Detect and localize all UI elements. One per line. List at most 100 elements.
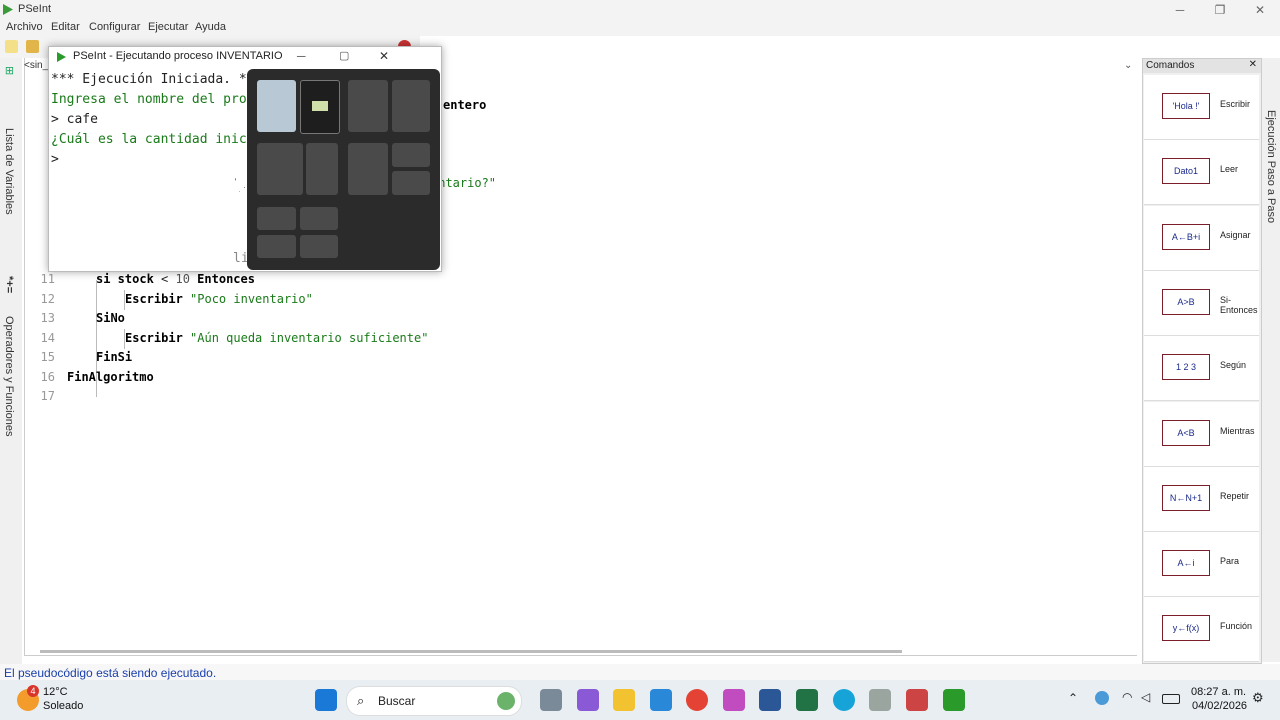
snap-cell[interactable] — [392, 171, 430, 195]
command-seg-n[interactable]: 1 2 3 Según — [1144, 336, 1259, 402]
code-text: FinAlgoritmo — [67, 370, 154, 384]
snap-cell[interactable] — [257, 235, 296, 258]
code-token: FinSi — [96, 350, 133, 364]
command-si-entonces[interactable]: A>B Si-Entonces — [1144, 270, 1259, 336]
snap-cell[interactable] — [257, 207, 296, 230]
notifications-icon[interactable]: ⚙ — [1252, 690, 1264, 706]
line-number: 12 — [40, 291, 55, 306]
code-token: si stock — [96, 272, 162, 286]
commands-header: Comandos ✕ — [1143, 59, 1261, 73]
open-folder-icon[interactable] — [26, 40, 39, 53]
snap-cell[interactable] — [300, 207, 338, 230]
chevron-up-icon[interactable]: ⌃ — [1068, 691, 1078, 705]
code-token: < — [161, 272, 176, 286]
command-escribir[interactable]: 'Hola !' Escribir — [1144, 75, 1259, 140]
snap-cell-highlighted[interactable] — [257, 80, 296, 132]
menu-ayuda[interactable]: Ayuda — [195, 21, 226, 33]
volume-icon[interactable]: ◁ — [1141, 690, 1150, 704]
partial-code-entero: entero — [443, 98, 487, 112]
snap-cell-app-preview[interactable] — [300, 80, 340, 134]
close-panel-icon[interactable]: ✕ — [1249, 59, 1257, 70]
console-output-line: Ingresa el nombre del produ — [51, 92, 263, 107]
command-mientras[interactable]: A<B Mientras — [1144, 401, 1259, 467]
menu-archivo[interactable]: Archivo — [6, 21, 43, 33]
tab-ejecucion-paso-a-paso[interactable]: Ejecución Paso a Paso — [1265, 110, 1277, 223]
copilot-app-icon[interactable] — [723, 689, 745, 711]
code-text: Escribir "Aún queda inventario suficient… — [125, 331, 428, 345]
command-repetir[interactable]: N←N+1 Repetir — [1144, 466, 1259, 532]
word-icon[interactable] — [759, 689, 781, 711]
snap-cell[interactable] — [300, 235, 338, 258]
code-text: Escribir "Poco inventario" — [125, 292, 313, 306]
onedrive-icon[interactable] — [1095, 691, 1109, 705]
command-diagram-icon: 'Hola !' — [1162, 93, 1210, 119]
snap-cell[interactable] — [306, 143, 338, 195]
command-diagram-icon: Dato1 — [1162, 158, 1210, 185]
snap-cell[interactable] — [392, 80, 430, 132]
snap-layouts-popup — [247, 69, 440, 270]
wifi-icon[interactable]: ◠ — [1122, 690, 1132, 704]
file-explorer-icon[interactable] — [613, 689, 635, 711]
line-number: 11 — [40, 272, 55, 286]
pseint-editor-icon[interactable] — [869, 689, 891, 711]
command-diagram-icon: A>B — [1162, 288, 1210, 315]
line-number: 13 — [40, 311, 55, 325]
snap-cell[interactable] — [348, 143, 388, 195]
line-number: 15 — [40, 350, 55, 364]
close-button[interactable]: ✕ — [1240, 0, 1280, 20]
search-highlight-icon — [497, 692, 515, 710]
maximize-button[interactable]: ❐ — [1200, 0, 1240, 20]
console-maximize-button[interactable]: ▢ — [339, 49, 349, 62]
console-output-line: > cafe — [51, 112, 98, 127]
new-file-icon[interactable] — [5, 40, 18, 53]
command-diagram-icon: A<B — [1162, 419, 1210, 446]
console-close-button[interactable]: ✕ — [379, 49, 389, 63]
snap-cell[interactable] — [257, 143, 303, 195]
tab-lista-variables[interactable]: Lista de Variables — [3, 128, 15, 215]
snipping-tool-icon[interactable] — [906, 689, 928, 711]
canva-icon[interactable] — [833, 689, 855, 711]
horizontal-scrollbar[interactable] — [40, 650, 902, 653]
command-diagram-icon: y←f(x) — [1162, 615, 1210, 642]
command-funci-n[interactable]: y←f(x) Función — [1144, 597, 1259, 663]
command-leer[interactable]: Dato1 Leer — [1144, 140, 1259, 206]
status-text: El pseudocódigo está siendo ejecutado. — [4, 666, 217, 680]
line-number: 17 — [40, 389, 55, 403]
code-line: 15 FinSi — [25, 350, 1125, 369]
battery-icon[interactable] — [1162, 694, 1180, 704]
snap-cell[interactable] — [348, 80, 388, 132]
menu-ejecutar[interactable]: Ejecutar — [148, 21, 188, 33]
command-asignar[interactable]: A←B+i Asignar — [1144, 205, 1259, 271]
clock-date[interactable]: 04/02/2026 — [1192, 700, 1247, 712]
code-token: FinAlgoritmo — [67, 369, 154, 384]
windows-start-icon[interactable] — [315, 689, 337, 711]
taskbar: 4 12°C Soleado ⌕ Buscar ⌃ ◠ ◁ 08:27 a. m… — [0, 680, 1280, 720]
code-line: 17 — [25, 389, 1125, 408]
code-line: 16 FinAlgoritmo — [25, 370, 1125, 389]
command-diagram-icon: A←B+i — [1162, 223, 1210, 250]
store-icon[interactable] — [650, 689, 672, 711]
console-minimize-button[interactable]: ─ — [297, 49, 306, 63]
taskbar-search[interactable]: ⌕ Buscar — [346, 686, 522, 716]
menu-editar[interactable]: Editar — [51, 21, 80, 33]
run-icon — [57, 52, 66, 62]
excel-icon[interactable] — [796, 689, 818, 711]
variables-icon: ⊞ — [3, 66, 15, 76]
copilot-icon[interactable] — [577, 689, 599, 711]
task-view-icon[interactable] — [540, 689, 562, 711]
tab-operadores-funciones[interactable]: Operadores y Funciones — [3, 316, 15, 436]
snap-cell[interactable] — [392, 143, 430, 167]
minimize-button[interactable]: ─ — [1160, 0, 1200, 20]
chrome-icon[interactable] — [686, 689, 708, 711]
menu-configurar[interactable]: Configurar — [89, 21, 140, 33]
command-label: Según — [1220, 360, 1247, 371]
clock-time[interactable]: 08:27 a. m. — [1191, 686, 1246, 698]
code-line: 12 Escribir "Poco inventario" — [25, 292, 1125, 311]
pseint-run-icon[interactable] — [943, 689, 965, 711]
line-number: 14 — [40, 330, 55, 345]
tab-dropdown-chevron-icon[interactable]: ⌄ — [1124, 60, 1132, 71]
window-titlebar: PSeInt ─ ❐ ✕ — [0, 0, 1280, 20]
command-diagram-icon: 1 2 3 — [1162, 354, 1210, 381]
command-para[interactable]: A←i Para — [1144, 532, 1259, 598]
code-token: Entonces — [197, 272, 255, 286]
